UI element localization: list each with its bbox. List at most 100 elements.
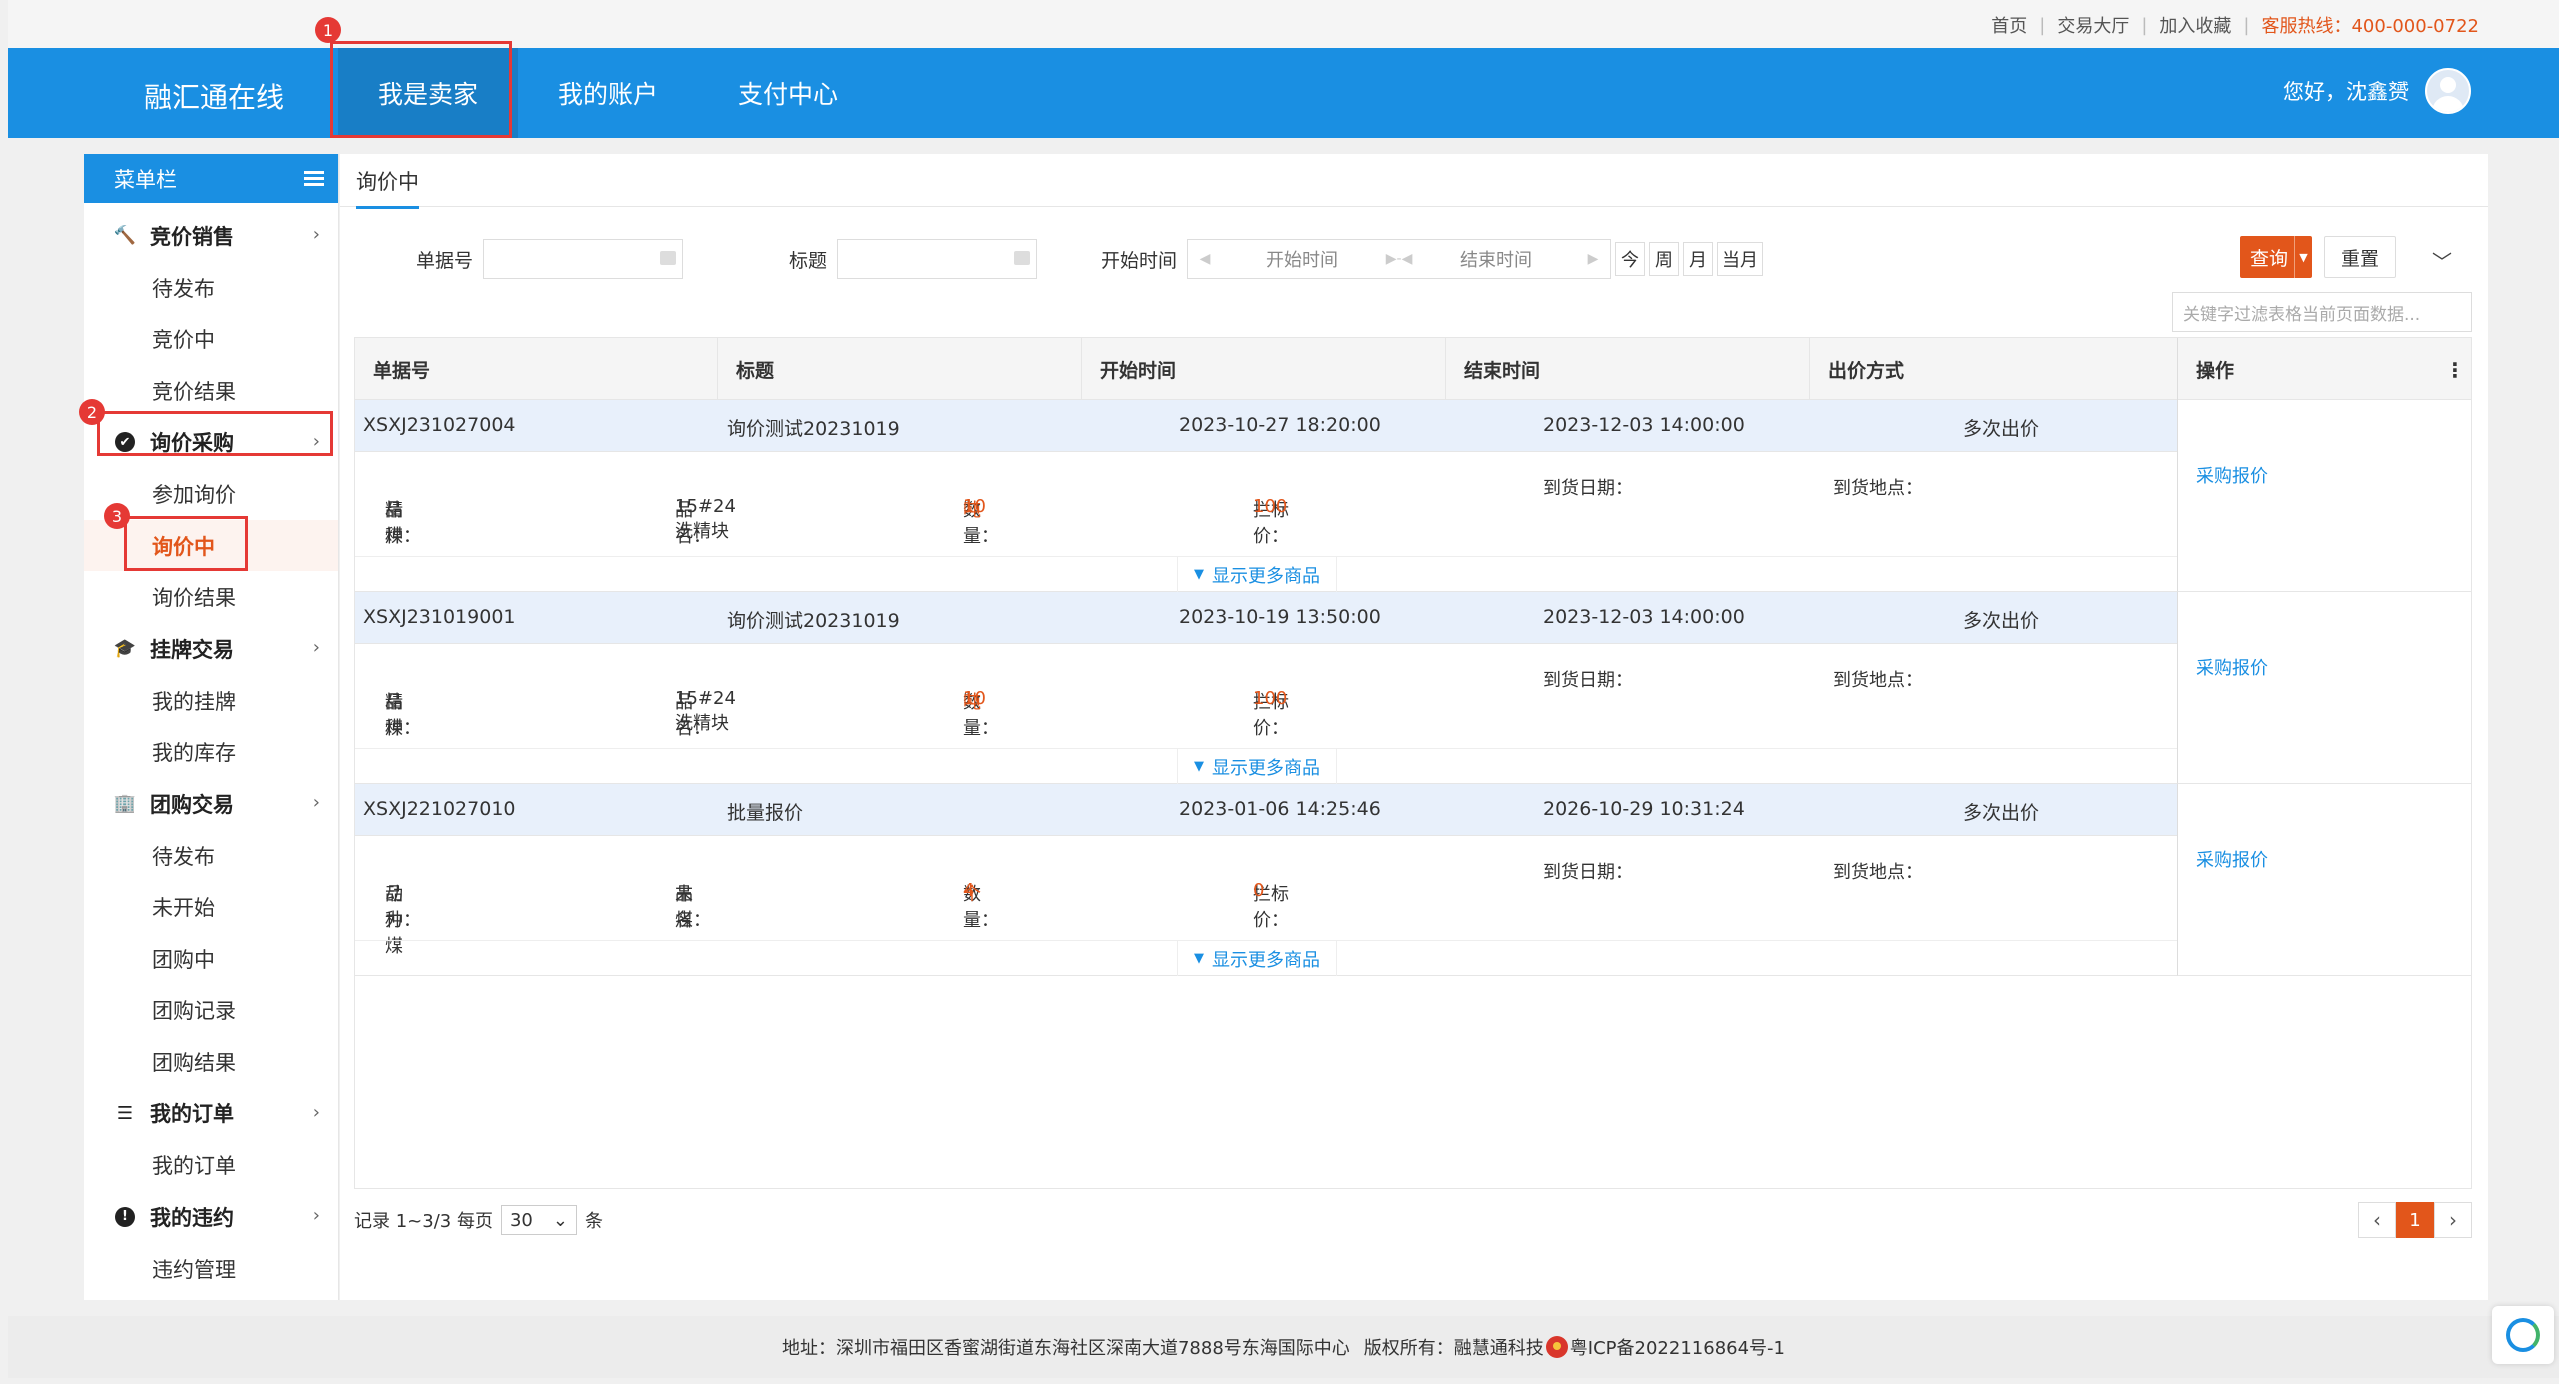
next-page-icon[interactable]: › [2434,1202,2472,1238]
sidebar-item[interactable]: 竞价中 [84,314,338,365]
row-summary[interactable]: XSXJ221027010 批量报价 2023-01-06 14:25:46 2026… [355,784,2177,836]
user-area[interactable]: 您好，沈鑫赟 [2283,68,2471,114]
table-row[interactable]: XSXJ231027004 询价测试20231019 2023-10-27 18:2… [355,400,2177,592]
column-header[interactable]: 单据号 [355,338,718,400]
start-date-input[interactable]: 开始时间 [1222,246,1382,272]
quick-month-button[interactable]: 月 [1683,242,1714,276]
chevron-down-icon[interactable]: ﹀ [2432,246,2452,275]
show-more-goods-button[interactable]: ▼ 显示更多商品 [1177,940,1337,976]
purchase-quote-link[interactable]: 采购报价 [2196,654,2268,680]
menu-toggle-icon[interactable] [304,170,324,187]
cell-end-time: 2023-12-03 14:00:00 [1543,606,1745,628]
sidebar-group-group-buy[interactable]: 🏢 团购交易 › [84,778,338,829]
sidebar: 菜单栏 🔨 竞价销售 › 待发布 竞价中 竞价结果 ✔ 询价采购 › 参加询价 询价中 询价结果 🎓 挂牌… [84,154,339,1300]
keyword-filter-input[interactable]: 关键字过滤表格当前页面数据... [2172,292,2472,332]
row-summary[interactable]: XSXJ231027004 询价测试20231019 2023-10-27 18:2… [355,400,2177,452]
sidebar-group-my-orders[interactable]: ☰ 我的订单 › [84,1088,338,1139]
doc-no-input[interactable] [483,239,684,279]
sidebar-group-listing-trade[interactable]: 🎓 挂牌交易 › [84,623,338,674]
ops-cell: 采购报价 [2177,784,2471,976]
show-more-label: 显示更多商品 [1212,757,1320,779]
end-date-input[interactable]: 结束时间 [1416,246,1576,272]
sidebar-item[interactable]: 我的挂牌 [84,675,338,726]
footer-icp[interactable]: 粤ICP备2022116864号-1 [1570,1334,1785,1360]
sidebar-item[interactable]: 团购记录 [84,985,338,1036]
avatar[interactable] [2425,68,2471,114]
arrow-right-icon: ▶ [1587,251,1599,267]
purchase-quote-link[interactable]: 采购报价 [2196,846,2268,872]
ops-cell: 采购报价 [2177,400,2471,592]
sidebar-item[interactable]: 未开始 [84,882,338,933]
link-add-favorite[interactable]: 加入收藏 [2159,12,2231,38]
cell-doc-no: XSXJ231027004 [363,414,516,436]
annotation-box [97,411,333,456]
cell-title: 批量报价 [727,802,804,824]
chevron-right-icon: › [312,792,320,813]
link-trading-hall[interactable]: 交易大厅 [2057,12,2129,38]
footer-copyright: 版权所有：融慧通科技 [1363,1338,1544,1359]
nav-payment[interactable]: 支付中心 [698,48,878,138]
detail-arrival-place-label: 到货地点： [1833,670,1923,691]
cell-bid-mode: 多次出价 [1963,610,2040,632]
graduation-cap-icon: 🎓 [113,638,137,659]
ops-cell: 采购报价 [2177,592,2471,784]
cell-title: 询价测试20231019 [727,610,900,632]
sidebar-group-my-defaults[interactable]: ! 我的违约 › [84,1191,338,1242]
row-summary[interactable]: XSXJ231019001 询价测试20231019 2023-10-19 13:5… [355,592,2177,644]
input-clear-icon [1014,251,1031,265]
arrow-left-icon: ◀ [1199,251,1211,267]
sidebar-item[interactable]: 团购中 [84,933,338,984]
chevron-right-icon: › [312,1101,320,1123]
show-more-goods-button[interactable]: ▼ 显示更多商品 [1177,556,1337,592]
show-more-label: 显示更多商品 [1212,565,1320,587]
sidebar-title: 菜单栏 [114,167,177,192]
tab-inquiry-in-progress[interactable]: 询价中 [356,166,419,209]
sidebar-group-bidding-sales[interactable]: 🔨 竞价销售 › [84,210,338,261]
date-range-picker[interactable]: ◀ 开始时间 ▶-◀ 结束时间 ▶ [1187,239,1612,279]
table-row[interactable]: XSXJ221027010 批量报价 2023-01-06 14:25:46 2026… [355,784,2177,976]
main-panel: 询价中 单据号 标题 开始时间 ◀ 开始时间 ▶-◀ 结束时间 ▶ 今 周 月 … [340,154,2488,1300]
footer-address: 地址：深圳市福田区香蜜湖街道东海社区深南大道7888号东海国际中心 [781,1338,1350,1359]
brand-logo[interactable]: 融汇通在线 [144,76,284,116]
sidebar-item[interactable]: 我的订单 [84,1140,338,1191]
sidebar-item[interactable]: 违约管理 [84,1243,338,1294]
page-nav: ‹ 1 › [2358,1202,2472,1238]
column-header[interactable]: 结束时间 [1446,338,1810,400]
prev-page-icon[interactable]: ‹ [2358,1202,2396,1238]
page-size-unit: 条 [584,1211,603,1232]
title-input[interactable] [837,239,1038,279]
detail-price: 100 [1253,688,1288,709]
nav-account[interactable]: 我的账户 [518,48,698,138]
detail-arrival-date-label: 到货日期： [1543,478,1633,499]
show-more-goods-button[interactable]: ▼ 显示更多商品 [1177,748,1337,784]
column-header[interactable]: 开始时间 [1082,338,1446,400]
purchase-quote-link[interactable]: 采购报价 [2196,462,2268,488]
reset-button[interactable]: 重置 [2324,236,2396,278]
pagination-bar: 记录 1~3/3 每页 30 ⌄ 条 ‹ 1 › [354,1198,2472,1242]
sidebar-item[interactable]: 团购结果 [84,1036,338,1087]
quick-today-button[interactable]: 今 [1615,242,1646,276]
sidebar-item[interactable]: 竞价结果 [84,365,338,416]
row-detail: 品种： 动力煤 品名： 末煤 数量： 4 个拦标价： 0 到货日期： 到货地点： [355,836,2177,957]
annotation-marker: 1 [315,17,341,43]
sidebar-item[interactable]: 待发布 [84,830,338,881]
sidebar-item[interactable]: 待发布 [84,262,338,313]
sidebar-item[interactable]: 我的库存 [84,727,338,778]
search-button[interactable]: 查询 ▼ [2240,236,2312,278]
page-number-button[interactable]: 1 [2396,1202,2434,1238]
column-header[interactable]: 标题 [718,338,1082,400]
more-vertical-icon[interactable]: ⋮ [2445,358,2465,382]
chevron-right-icon: › [312,1205,320,1226]
link-home[interactable]: 首页 [1991,12,2027,38]
help-chat-button[interactable] [2492,1306,2554,1364]
column-header[interactable]: 出价方式 [1810,338,2177,400]
quick-current-month-button[interactable]: 当月 [1717,242,1764,276]
page-size-select[interactable]: 30 ⌄ [500,1205,577,1235]
detail-name: 15#24洗精块 [675,496,736,542]
quick-week-button[interactable]: 周 [1649,242,1680,276]
caret-down-icon[interactable]: ▼ [2294,236,2312,278]
tab-bar: 询价中 [340,154,2488,209]
table-row[interactable]: XSXJ231019001 询价测试20231019 2023-10-19 13:5… [355,592,2177,784]
sidebar-item[interactable]: 询价结果 [84,572,338,623]
sidebar-group-label: 挂牌交易 [150,637,234,662]
